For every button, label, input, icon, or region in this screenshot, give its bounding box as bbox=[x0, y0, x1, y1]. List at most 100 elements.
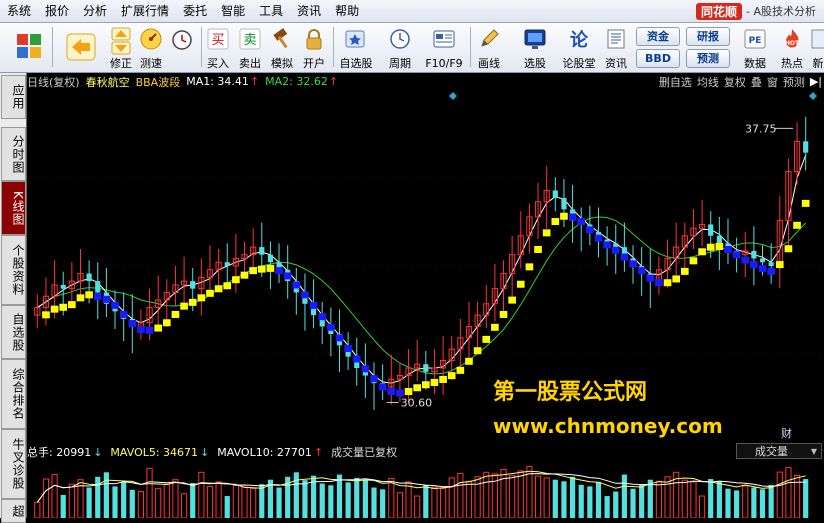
new-button[interactable]: 新 bbox=[810, 25, 824, 70]
ma2-value: MA2: 32.62 bbox=[265, 75, 328, 88]
ma-toggle-button[interactable]: 均线 bbox=[697, 74, 719, 90]
stock-screen-button[interactable]: 选股 bbox=[518, 25, 552, 70]
clock-button[interactable] bbox=[167, 25, 197, 70]
band-block bbox=[767, 267, 775, 275]
toolbar-separator bbox=[52, 27, 53, 67]
marker-diamond bbox=[449, 92, 457, 100]
band-block bbox=[551, 218, 560, 226]
volume-bar bbox=[698, 495, 706, 518]
menu-news[interactable]: 资讯 bbox=[290, 0, 328, 22]
bbd-button[interactable]: BBD bbox=[636, 49, 680, 68]
window-button[interactable]: 窗 bbox=[767, 74, 778, 90]
band-block bbox=[171, 310, 180, 318]
speed-test-button[interactable]: 测速 bbox=[136, 25, 166, 70]
data-button[interactable]: PE 数据 bbox=[740, 25, 770, 70]
volume-bar bbox=[534, 475, 542, 518]
marker-diamond bbox=[809, 92, 817, 100]
volume-header: 总手: 20991 ↓ MAVOL5: 34671 ↓ MAVOL10: 277… bbox=[27, 443, 824, 461]
sell-button[interactable]: 卖 卖出 bbox=[235, 25, 265, 70]
last-bar-icon[interactable]: ▶| bbox=[810, 75, 822, 88]
volume-bar bbox=[509, 474, 516, 518]
volume-bar bbox=[163, 483, 170, 518]
sidebar-tab-watchlist[interactable]: 自选股 bbox=[1, 305, 26, 359]
sidebar-tab-intraday[interactable]: 分时图 bbox=[1, 127, 26, 181]
menu-analysis[interactable]: 分析 bbox=[76, 0, 114, 22]
speed-icon bbox=[140, 28, 162, 50]
brand-logo: 同花顺 bbox=[695, 2, 742, 20]
menu-help[interactable]: 帮助 bbox=[328, 0, 366, 22]
sidebar-tab-kline[interactable]: K线图 bbox=[1, 181, 26, 235]
up-down-arrow-icon bbox=[111, 27, 131, 55]
f10-label: F10/F9 bbox=[425, 57, 463, 70]
finance-marker[interactable]: 财 bbox=[781, 425, 792, 441]
open-account-button[interactable]: 开户 bbox=[299, 25, 329, 70]
brand-subtitle: - A股技术分析 bbox=[746, 5, 816, 18]
volume-bar bbox=[431, 486, 438, 518]
period-button[interactable]: 周期 bbox=[383, 25, 417, 70]
sidebar-tab-ranking[interactable]: 综合排名 bbox=[1, 359, 26, 429]
overlay-button[interactable]: 叠 bbox=[751, 74, 762, 90]
watchlist-button[interactable]: 自选股 bbox=[336, 25, 376, 70]
volume-bar bbox=[121, 481, 127, 518]
adjust-button[interactable]: 复权 bbox=[724, 74, 746, 90]
forecast-button[interactable]: 预测 bbox=[686, 49, 730, 68]
sidebar-tab-diagnosis[interactable]: 牛叉诊股 bbox=[1, 429, 26, 499]
buy-button[interactable]: 买 买入 bbox=[203, 25, 233, 70]
volume-bar bbox=[474, 476, 481, 518]
f10-button[interactable]: F10/F9 bbox=[423, 25, 465, 70]
band-block bbox=[542, 229, 551, 237]
draw-line-button[interactable]: 画线 bbox=[472, 25, 506, 70]
volume-bar bbox=[543, 477, 550, 518]
forum-label: 论股堂 bbox=[562, 57, 596, 70]
menu-extended-market[interactable]: 扩展行情 bbox=[114, 0, 176, 22]
draw-line-label: 画线 bbox=[478, 57, 500, 70]
back-button[interactable] bbox=[62, 25, 100, 70]
band-block bbox=[68, 301, 76, 309]
news-label: 资讯 bbox=[605, 57, 627, 70]
band-block bbox=[197, 294, 206, 302]
volume-bar bbox=[457, 472, 464, 518]
period-label[interactable]: 日线(复权) bbox=[27, 74, 80, 90]
forum-button[interactable]: 论 论股堂 bbox=[560, 25, 598, 70]
news-button[interactable]: 资讯 bbox=[601, 25, 631, 70]
forum-icon: 论 bbox=[570, 29, 589, 50]
pencil-icon bbox=[481, 29, 499, 47]
band-block bbox=[603, 241, 611, 249]
revise-button[interactable]: 修正 bbox=[106, 25, 136, 70]
band-block bbox=[629, 260, 637, 268]
menu-order[interactable]: 委托 bbox=[176, 0, 214, 22]
band-block bbox=[560, 212, 568, 220]
forecast-tool-button[interactable]: 预测 bbox=[783, 74, 805, 90]
band-block bbox=[378, 383, 387, 391]
menu-quote[interactable]: 报价 bbox=[38, 0, 76, 22]
svg-text:买: 买 bbox=[211, 33, 224, 48]
menu-smart[interactable]: 智能 bbox=[214, 0, 252, 22]
band-block bbox=[594, 234, 603, 242]
sidebar-tab-more[interactable]: 超 bbox=[1, 499, 26, 523]
total-volume-arrow: ↓ bbox=[93, 445, 103, 459]
grid-button[interactable] bbox=[14, 25, 44, 70]
indicator-name[interactable]: BBA波段 bbox=[136, 74, 181, 90]
menu-tools[interactable]: 工具 bbox=[252, 0, 290, 22]
volume-bar bbox=[328, 485, 334, 518]
kline-chart[interactable]: 37.75 30.60 bbox=[27, 90, 824, 442]
simulate-button[interactable]: 模拟 bbox=[267, 25, 297, 70]
remove-watchlist-button[interactable]: 删自选 bbox=[659, 74, 692, 90]
research-report-button[interactable]: 研报 bbox=[686, 27, 730, 46]
band-block bbox=[344, 344, 352, 352]
candle-body bbox=[751, 250, 757, 259]
menu-system[interactable]: 系统 bbox=[0, 0, 38, 22]
volume-bar bbox=[423, 485, 429, 518]
capital-flow-button[interactable]: 资金 bbox=[636, 27, 680, 46]
data-label: 数据 bbox=[744, 57, 766, 70]
volume-bar bbox=[439, 488, 447, 518]
volume-bar bbox=[380, 489, 386, 518]
sidebar-tab-apps[interactable]: 应用 bbox=[1, 75, 26, 119]
band-block bbox=[145, 326, 154, 334]
sidebar-tab-stock-info[interactable]: 个股资料 bbox=[1, 235, 26, 305]
volume-bar bbox=[319, 483, 325, 518]
back-arrow-icon bbox=[66, 33, 96, 61]
volume-indicator-select[interactable]: 成交量 bbox=[736, 443, 822, 460]
volume-bar bbox=[250, 488, 257, 518]
hot-button[interactable]: HOT 热点 bbox=[777, 25, 807, 70]
